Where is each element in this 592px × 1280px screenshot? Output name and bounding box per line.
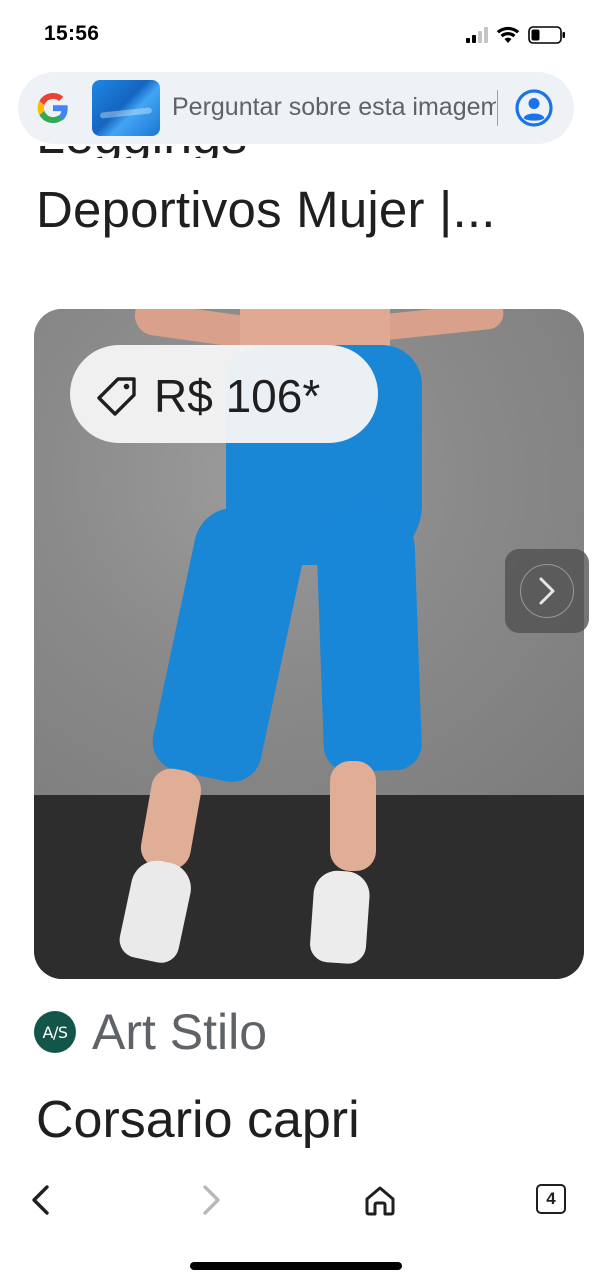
status-icons — [466, 24, 566, 46]
wifi-icon — [496, 26, 520, 43]
battery-icon — [528, 26, 565, 44]
search-image-thumbnail[interactable] — [92, 80, 160, 136]
price-text: R$ 106* — [154, 370, 321, 422]
chevron-right-icon[interactable] — [190, 1180, 230, 1220]
status-bar: 15:56 — [0, 0, 592, 68]
seller-logo: A/S — [34, 1011, 76, 1053]
home-indicator — [190, 1262, 402, 1270]
sneaker-right — [308, 869, 372, 965]
account-circle-icon[interactable] — [514, 88, 554, 128]
chevron-right-icon — [539, 577, 555, 605]
status-time: 15:56 — [44, 22, 100, 45]
result-title[interactable]: Deportivos Mujer |... — [36, 180, 496, 239]
price-tag-icon — [97, 377, 136, 416]
seller-name[interactable]: Art Stilo — [92, 1003, 267, 1061]
search-divider — [497, 90, 498, 126]
search-input[interactable]: Perguntar sobre esta imagem — [172, 93, 496, 122]
chevron-left-icon[interactable] — [22, 1180, 62, 1220]
product-name[interactable]: Corsario capri — [36, 1090, 360, 1150]
google-logo-icon[interactable] — [35, 90, 71, 126]
home-icon[interactable] — [360, 1180, 400, 1220]
product-image[interactable]: R$ 106* — [34, 309, 584, 979]
image-background-floor — [34, 795, 584, 979]
lens-search-bar[interactable]: Perguntar sobre esta imagem — [18, 72, 574, 144]
seller-row[interactable]: A/S Art Stilo — [34, 1004, 267, 1060]
title-partial-line: Leggings — [0, 146, 592, 158]
cellular-signal-icon — [466, 27, 488, 43]
tabs-button[interactable]: 4 — [536, 1184, 566, 1214]
next-image-button[interactable] — [505, 549, 589, 633]
price-badge: R$ 106* — [70, 345, 378, 443]
